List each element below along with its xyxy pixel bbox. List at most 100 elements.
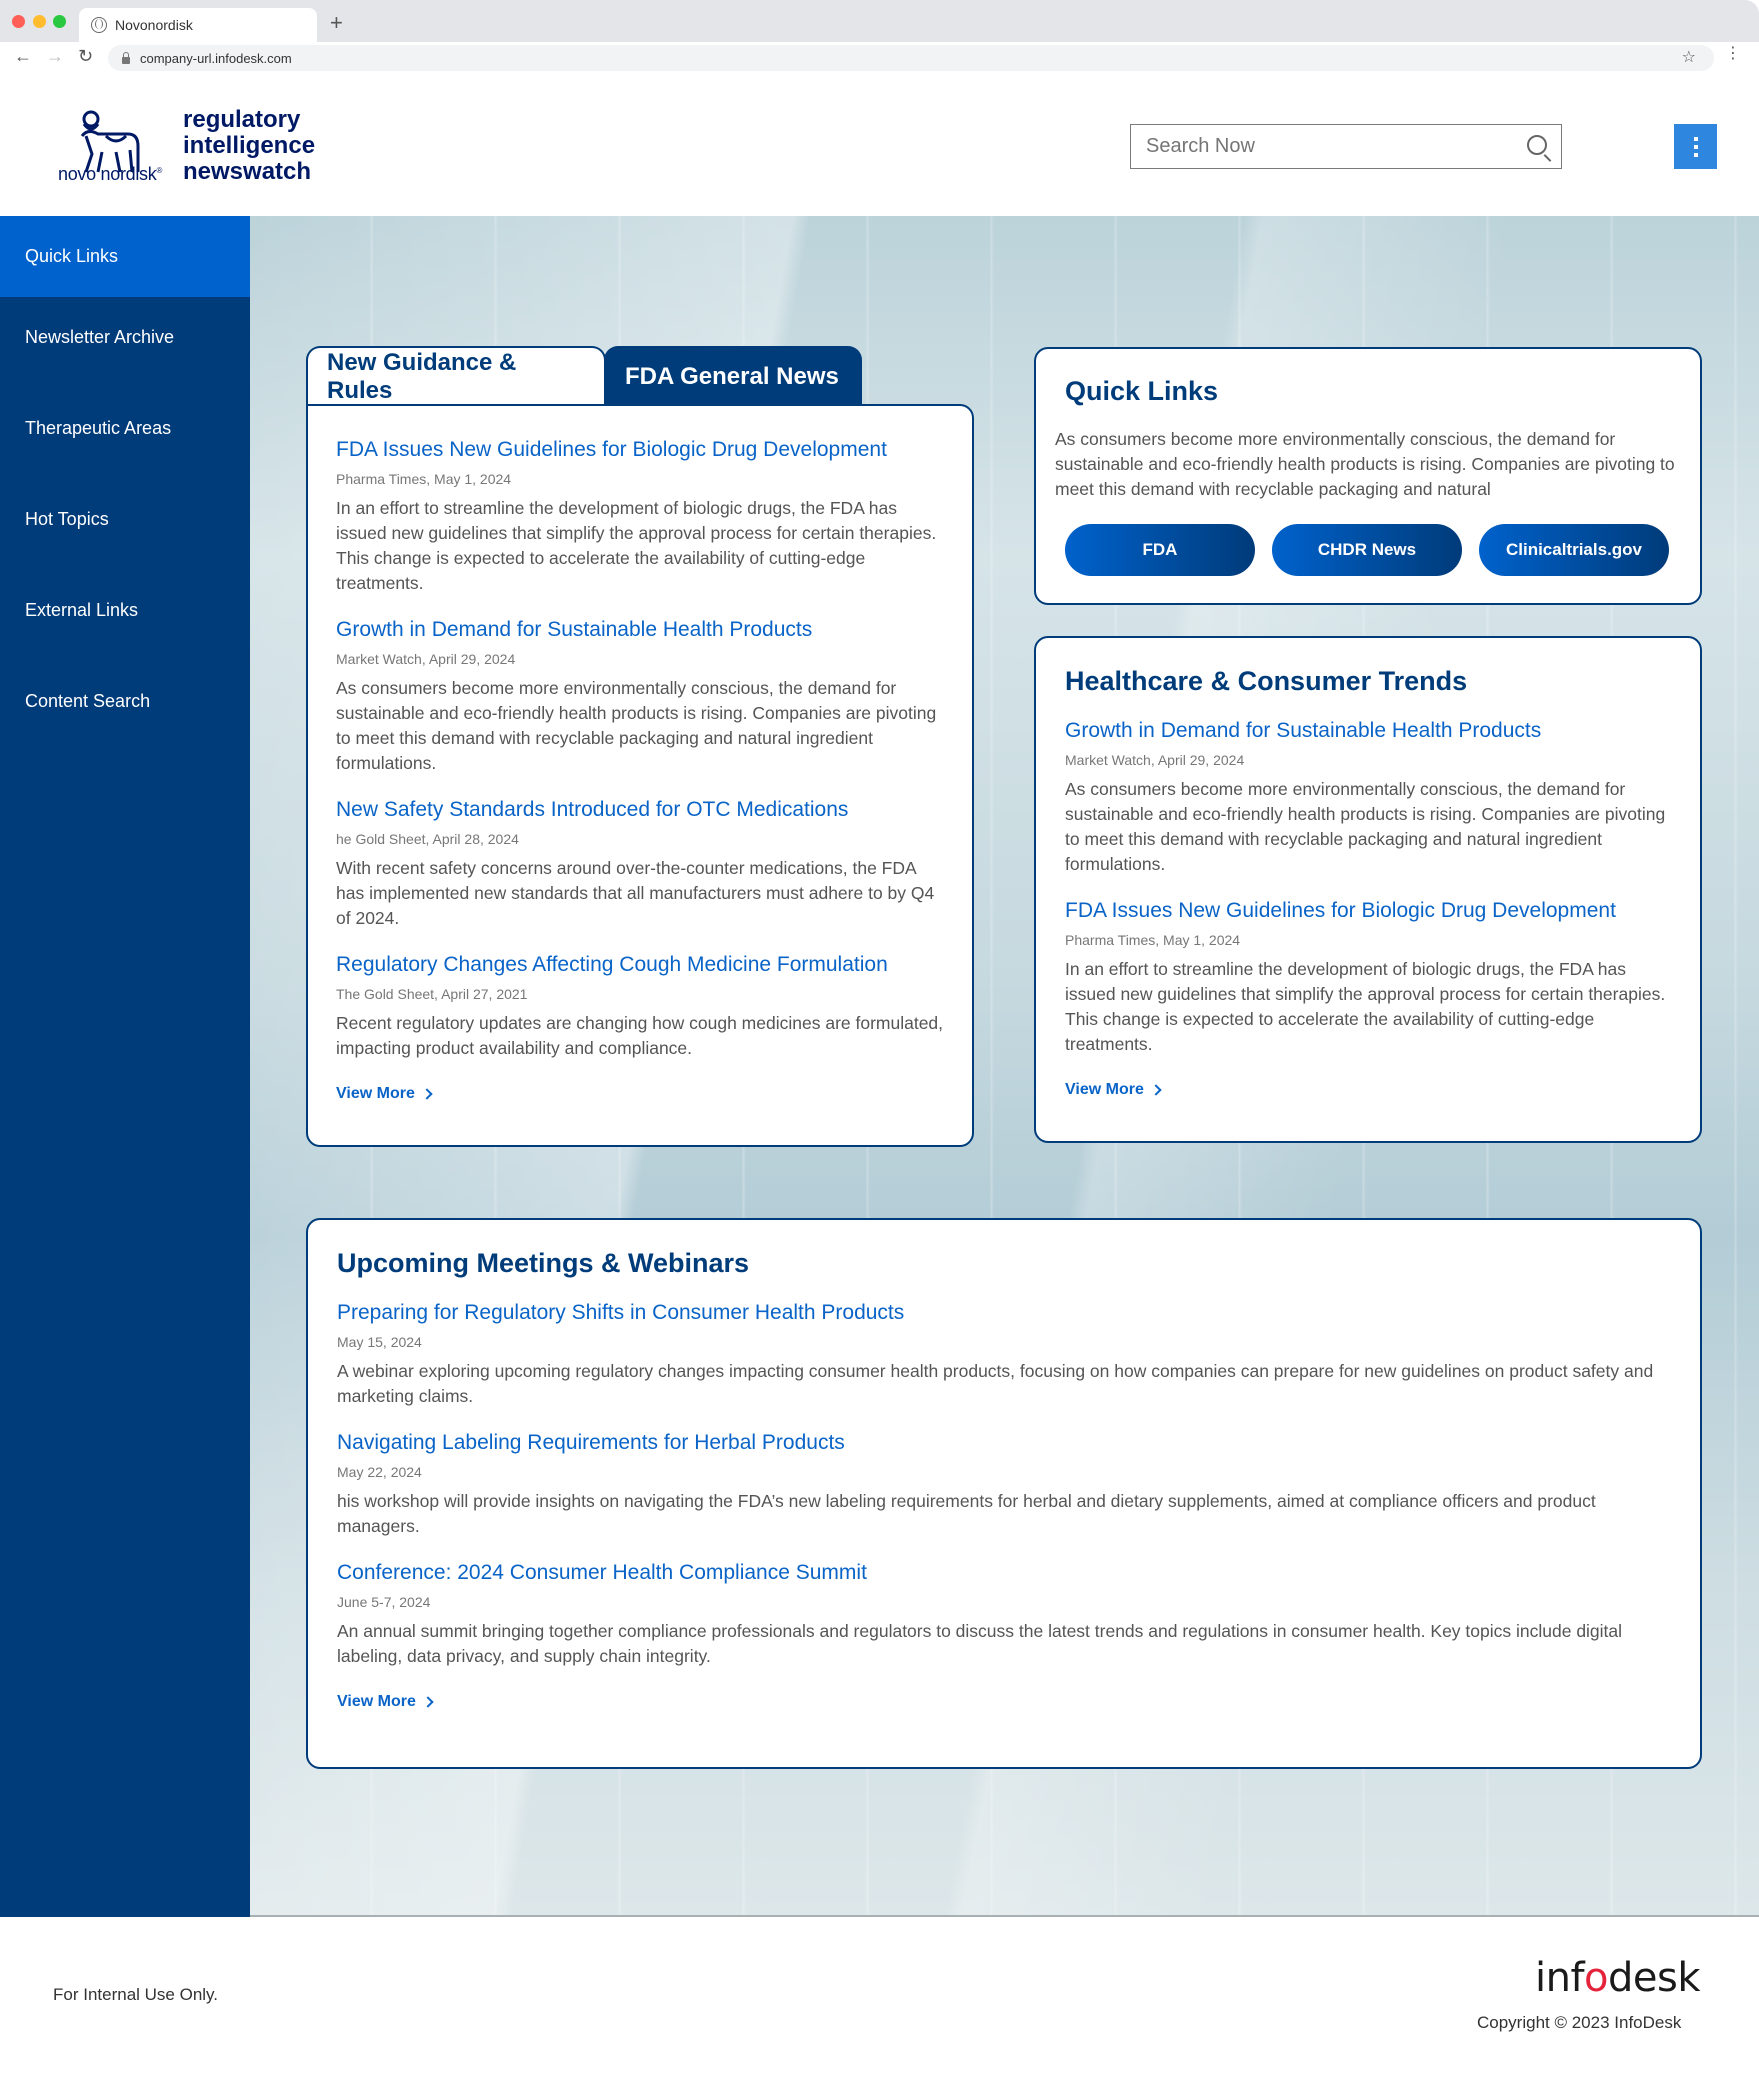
chdr-news-link-button[interactable]: CHDR News: [1272, 524, 1462, 576]
sidebar-item-hot-topics[interactable]: Hot Topics: [0, 479, 250, 560]
close-window-button[interactable]: [12, 15, 25, 28]
site-title-line: intelligence: [183, 132, 316, 159]
view-more-label: View More: [336, 1085, 415, 1102]
tab-fda-general-news[interactable]: FDA General News: [604, 346, 862, 406]
logo-signal-o-icon: o: [1584, 1955, 1609, 2001]
view-more-label: View More: [337, 1693, 416, 1710]
meeting-item-title[interactable]: Navigating Labeling Requirements for Her…: [337, 1429, 1672, 1457]
trend-item-meta: Market Watch, April 29, 2024: [1065, 752, 1245, 768]
search-box: [1130, 124, 1562, 169]
site-header: novo nordisk® regulatory intelligence ne…: [0, 74, 1759, 216]
sidebar-item-external-links[interactable]: External Links: [0, 570, 250, 651]
meeting-item-body: his workshop will provide insights on na…: [337, 1491, 1596, 1536]
logo-part: inf: [1535, 1955, 1585, 2001]
meeting-item-body: An annual summit bringing together compl…: [337, 1621, 1623, 1666]
meeting-item-title[interactable]: Conference: 2024 Consumer Health Complia…: [337, 1559, 1672, 1587]
kebab-dot: [1693, 144, 1698, 149]
quick-links-buttons: FDA CHDR News Clinicaltrials.gov: [1065, 524, 1669, 576]
browser-menu-icon[interactable]: ⋮: [1725, 46, 1741, 62]
novo-nordisk-wordmark: novo nordisk®: [58, 164, 163, 184]
news-card: FDA Issues New Guidelines for Biologic D…: [306, 404, 974, 1147]
trend-item: FDA Issues New Guidelines for Biologic D…: [1065, 897, 1672, 1057]
meeting-item: Preparing for Regulatory Shifts in Consu…: [337, 1299, 1672, 1409]
news-item-body: In an effort to streamline the developme…: [336, 498, 937, 593]
meeting-item: Conference: 2024 Consumer Health Complia…: [337, 1559, 1672, 1669]
reload-icon[interactable]: ↻: [78, 46, 93, 67]
trend-item: Growth in Demand for Sustainable Health …: [1065, 717, 1672, 877]
quick-links-card: Quick Links As consumers become more env…: [1034, 347, 1702, 605]
new-tab-button[interactable]: +: [330, 10, 343, 36]
browser-tab-title: Novonordisk: [115, 17, 193, 33]
kebab-dot: [1693, 136, 1698, 141]
news-item-title[interactable]: New Safety Standards Introduced for OTC …: [336, 796, 944, 824]
meetings-heading: Upcoming Meetings & Webinars: [337, 1248, 750, 1278]
trends-heading: Healthcare & Consumer Trends: [1065, 666, 1468, 696]
chevron-right-icon: [421, 1088, 433, 1100]
sidebar: Quick Links Newsletter Archive Therapeut…: [0, 216, 250, 1917]
quick-links-heading: Quick Links: [1065, 376, 1219, 406]
view-more-label: View More: [1065, 1081, 1144, 1098]
clinicaltrials-link-button[interactable]: Clinicaltrials.gov: [1479, 524, 1669, 576]
news-item: FDA Issues New Guidelines for Biologic D…: [336, 436, 944, 596]
site-title: regulatory intelligence newswatch: [183, 107, 315, 185]
search-input[interactable]: [1131, 135, 1511, 158]
address-bar[interactable]: company-url.infodesk.com ☆: [108, 45, 1714, 71]
meetings-card: Upcoming Meetings & Webinars Preparing f…: [306, 1218, 1702, 1769]
url-text: company-url.infodesk.com: [140, 50, 292, 66]
kebab-dot: [1693, 152, 1698, 157]
trend-item-body: As consumers become more environmentally…: [1065, 779, 1666, 874]
fda-link-button[interactable]: FDA: [1065, 524, 1255, 576]
view-more-link[interactable]: View More: [1065, 1081, 1162, 1099]
news-item-meta: Market Watch, April 29, 2024: [336, 651, 516, 667]
news-item-title[interactable]: Growth in Demand for Sustainable Health …: [336, 616, 944, 644]
internal-use-notice: For Internal Use Only.: [53, 1985, 219, 2004]
trend-item-title[interactable]: Growth in Demand for Sustainable Health …: [1065, 717, 1672, 745]
news-item-meta: he Gold Sheet, April 28, 2024: [336, 831, 519, 847]
meeting-item: Navigating Labeling Requirements for Her…: [337, 1429, 1672, 1539]
news-item-body: Recent regulatory updates are changing h…: [336, 1013, 944, 1058]
news-item-body: As consumers become more environmentally…: [336, 678, 937, 773]
news-item: Growth in Demand for Sustainable Health …: [336, 616, 944, 776]
infodesk-logo: infodesk: [1535, 1955, 1701, 2001]
sidebar-item-quick-links[interactable]: Quick Links: [0, 216, 250, 297]
copyright-text: Copyright © 2023 InfoDesk: [1477, 2013, 1682, 2032]
minimize-window-button[interactable]: [33, 15, 46, 28]
news-item-meta: Pharma Times, May 1, 2024: [336, 471, 512, 487]
trend-item-meta: Pharma Times, May 1, 2024: [1065, 932, 1241, 948]
chevron-right-icon: [1150, 1084, 1162, 1096]
browser-address-row: ← → ↻ company-url.infodesk.com ☆ ⋮: [0, 42, 1759, 74]
more-menu-button[interactable]: [1674, 124, 1717, 169]
news-item-body: With recent safety concerns around over-…: [336, 858, 935, 928]
tab-new-guidance-rules[interactable]: New Guidance & Rules: [306, 346, 606, 406]
meeting-item-date: June 5-7, 2024: [337, 1594, 431, 1610]
site-title-line: newswatch: [183, 158, 312, 185]
news-item-title[interactable]: Regulatory Changes Affecting Cough Medic…: [336, 951, 944, 979]
lock-icon: [122, 51, 130, 64]
view-more-link[interactable]: View More: [337, 1693, 434, 1711]
news-item-title[interactable]: FDA Issues New Guidelines for Biologic D…: [336, 436, 944, 464]
globe-icon: [91, 17, 107, 33]
back-arrow-icon[interactable]: ←: [14, 46, 32, 67]
forward-arrow-icon[interactable]: →: [46, 46, 64, 67]
news-tabs: New Guidance & Rules FDA General News: [306, 346, 862, 406]
bookmark-star-icon[interactable]: ☆: [1682, 47, 1696, 67]
site-title-line: regulatory: [183, 106, 301, 133]
sidebar-item-newsletter-archive[interactable]: Newsletter Archive: [0, 297, 250, 378]
meeting-item-body: A webinar exploring upcoming regulatory …: [337, 1361, 1654, 1406]
trends-card: Healthcare & Consumer Trends Growth in D…: [1034, 636, 1702, 1143]
trend-item-title[interactable]: FDA Issues New Guidelines for Biologic D…: [1065, 897, 1672, 925]
view-more-link[interactable]: View More: [336, 1085, 433, 1103]
meeting-item-date: May 22, 2024: [337, 1464, 422, 1480]
browser-tab[interactable]: Novonordisk: [79, 8, 317, 42]
news-item: New Safety Standards Introduced for OTC …: [336, 796, 944, 931]
news-item-meta: The Gold Sheet, April 27, 2021: [336, 986, 528, 1002]
sidebar-item-therapeutic-areas[interactable]: Therapeutic Areas: [0, 388, 250, 469]
logo-part: desk: [1608, 1955, 1701, 2001]
sidebar-item-content-search[interactable]: Content Search: [0, 661, 250, 742]
maximize-window-button[interactable]: [53, 15, 66, 28]
meeting-item-date: May 15, 2024: [337, 1334, 422, 1350]
meeting-item-title[interactable]: Preparing for Regulatory Shifts in Consu…: [337, 1299, 1672, 1327]
search-icon[interactable]: [1527, 135, 1547, 155]
chevron-right-icon: [422, 1696, 434, 1708]
trend-item-body: In an effort to streamline the developme…: [1065, 959, 1666, 1054]
